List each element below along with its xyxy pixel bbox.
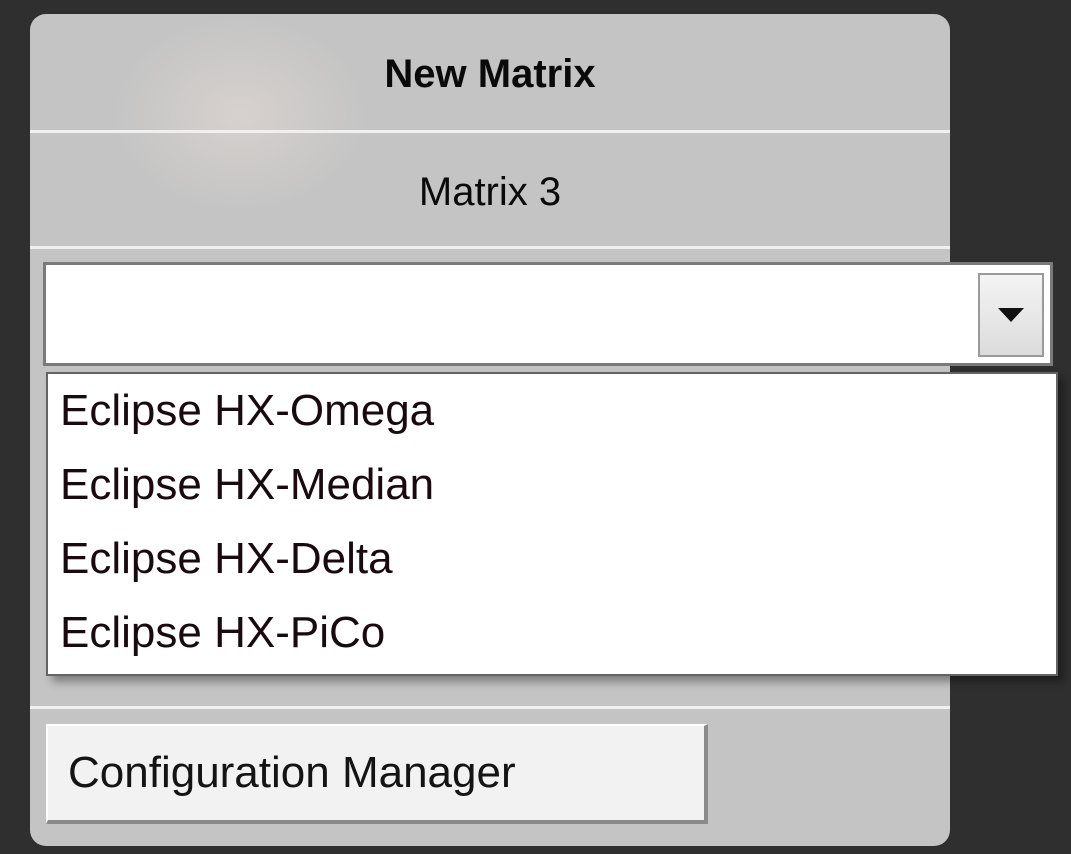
dropdown-option-hx-delta[interactable]: Eclipse HX-Delta: [48, 522, 1056, 596]
matrix-name-label: Matrix 3: [418, 170, 562, 214]
matrix-type-dropdown-list: Eclipse HX-Omega Eclipse HX-Median Eclip…: [46, 372, 1058, 676]
divider: [30, 130, 950, 133]
dropdown-toggle-button[interactable]: [978, 273, 1044, 357]
matrix-type-select[interactable]: [43, 262, 1053, 366]
dropdown-option-hx-pico[interactable]: Eclipse HX-PiCo: [48, 596, 1056, 670]
panel-title: New Matrix: [384, 52, 596, 96]
divider: [30, 706, 950, 709]
chevron-down-icon: [998, 308, 1024, 322]
dropdown-option-hx-median[interactable]: Eclipse HX-Median: [48, 448, 1056, 522]
dropdown-option-hx-omega[interactable]: Eclipse HX-Omega: [48, 374, 1056, 448]
configuration-manager-button[interactable]: Configuration Manager: [46, 724, 708, 824]
divider: [30, 246, 950, 249]
